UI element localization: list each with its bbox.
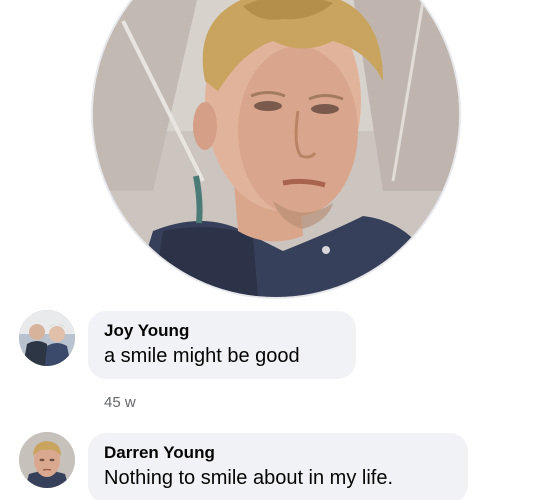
commenter-avatar[interactable] xyxy=(19,310,75,366)
comment-bubble[interactable]: Darren Young Nothing to smile about in m… xyxy=(88,433,468,500)
avatar-photo-icon xyxy=(19,310,75,366)
comment-author[interactable]: Darren Young xyxy=(104,443,454,463)
comment-item: Darren Young Nothing to smile about in m… xyxy=(0,420,548,500)
comment-timestamp[interactable]: 45 w xyxy=(104,394,136,412)
avatar-photo-icon xyxy=(19,432,75,488)
commenter-avatar[interactable] xyxy=(19,432,75,488)
profile-photo-image xyxy=(93,0,459,297)
profile-photo[interactable] xyxy=(93,0,459,297)
comment-text: a smile might be good xyxy=(104,345,300,367)
facebook-comment-thread: Joy Young a smile might be good 45 w Dar… xyxy=(0,0,548,500)
comment-text: Nothing to smile about in my life. xyxy=(104,467,394,489)
comment-author[interactable]: Joy Young xyxy=(104,321,342,341)
comment-bubble[interactable]: Joy Young a smile might be good xyxy=(88,311,356,379)
comment-item: Joy Young a smile might be good 45 w xyxy=(0,300,548,420)
